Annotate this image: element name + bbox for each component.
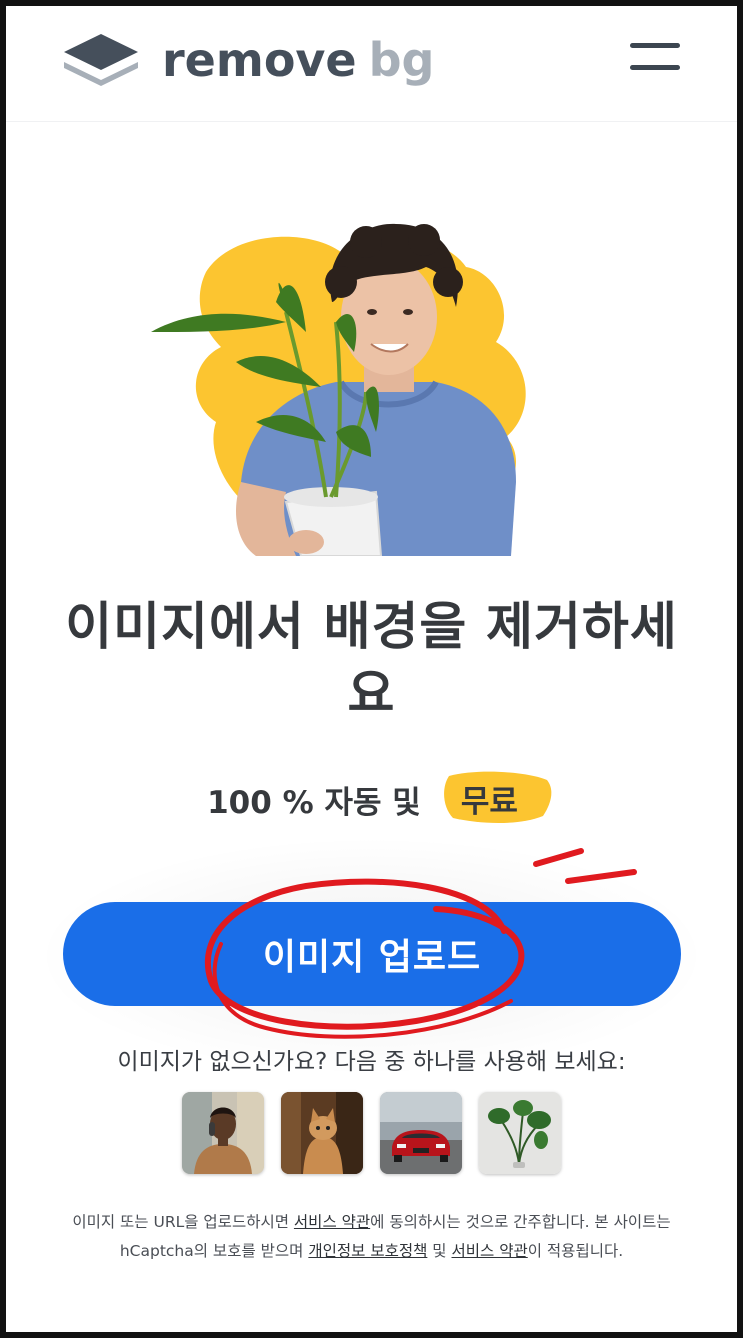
legal-text-3: 및 xyxy=(427,1242,452,1260)
free-text: 무료 xyxy=(460,783,518,820)
legal-notice: 이미지 또는 URL을 업로드하시면 서비스 약관에 동의하시는 것으로 간주합… xyxy=(46,1208,697,1266)
sample-cat-thumbnail[interactable] xyxy=(281,1092,363,1174)
terms-of-service-link[interactable]: 서비스 약관 xyxy=(294,1213,370,1231)
privacy-policy-link[interactable]: 개인정보 보호정책 xyxy=(308,1242,427,1260)
hero-image xyxy=(151,223,526,556)
upload-image-button[interactable]: 이미지 업로드 xyxy=(63,902,681,1006)
legal-text-1: 이미지 또는 URL을 업로드하시면 xyxy=(72,1213,294,1231)
samples-label: 이미지가 없으신가요? 다음 중 하나를 사용해 보세요: xyxy=(117,1049,626,1075)
hamburger-menu-icon[interactable] xyxy=(630,40,682,74)
sample-person-thumbnail[interactable] xyxy=(182,1092,264,1174)
subtitle-text: 100 % 자동 및 xyxy=(207,784,421,821)
logo-word-bg: bg xyxy=(368,33,435,87)
sample-car-thumbnail[interactable] xyxy=(380,1092,462,1174)
logo-wordmark: remove bg xyxy=(162,37,434,83)
page: remove bg 이미지에서 배경을 제거하세요 100 % 자동 및 무료 … xyxy=(6,6,737,1332)
legal-text-4: 이 적용됩니다. xyxy=(527,1242,624,1260)
subtitle: 100 % 자동 및 무료 xyxy=(6,770,737,828)
upload-button-label: 이미지 업로드 xyxy=(262,937,482,978)
logo-icon xyxy=(64,34,138,86)
logo-word-remove: remove xyxy=(162,33,357,87)
page-title: 이미지에서 배경을 제거하세요 xyxy=(65,598,678,724)
terms-of-service-link-2[interactable]: 서비스 약관 xyxy=(452,1242,528,1260)
sample-plant-thumbnail[interactable] xyxy=(479,1092,561,1174)
logo[interactable]: remove bg xyxy=(62,28,434,92)
free-badge: 무료 xyxy=(443,770,552,829)
sample-images xyxy=(182,1092,578,1174)
header: remove bg xyxy=(6,6,737,122)
